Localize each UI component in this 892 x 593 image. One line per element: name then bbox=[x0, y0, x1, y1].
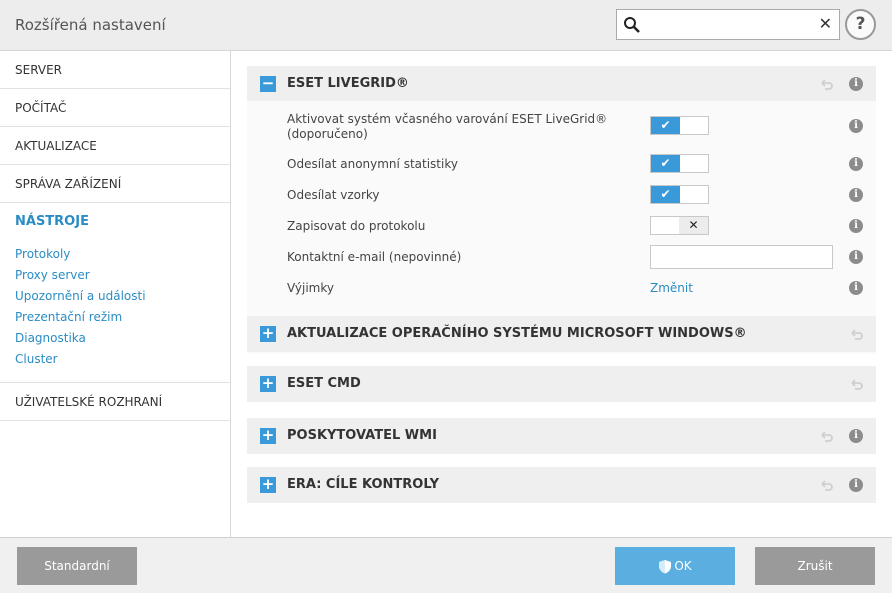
toggle-x-icon: ✕ bbox=[679, 217, 708, 234]
shield-icon bbox=[659, 560, 672, 574]
clear-search-icon[interactable]: ✕ bbox=[819, 15, 832, 33]
sidebar-subitem-proxy-server[interactable]: Proxy server bbox=[15, 268, 90, 282]
contact-email-field[interactable] bbox=[650, 245, 833, 269]
toggle-send-samples[interactable]: ✔ bbox=[650, 185, 709, 204]
revert-icon[interactable] bbox=[849, 377, 863, 391]
sidebar-item-nastroje[interactable]: NÁSTROJE bbox=[15, 214, 89, 229]
toggle-log[interactable]: ✕ bbox=[650, 216, 709, 235]
expand-icon[interactable]: + bbox=[260, 376, 276, 392]
info-icon[interactable]: i bbox=[849, 281, 863, 295]
ok-button[interactable]: OK bbox=[615, 547, 735, 585]
window-title: Rozšířená nastavení bbox=[15, 16, 166, 34]
info-icon[interactable]: i bbox=[849, 429, 863, 443]
section-title: ESET LIVEGRID® bbox=[287, 75, 409, 91]
expand-icon[interactable]: + bbox=[260, 428, 276, 444]
info-icon[interactable]: i bbox=[849, 119, 863, 133]
toggle-activate-livegrid[interactable]: ✔ bbox=[650, 116, 709, 135]
setting-label-activate-livegrid: Aktivovat systém včasného varování ESET … bbox=[287, 112, 607, 142]
setting-label-log: Zapisovat do protokolu bbox=[287, 219, 426, 233]
change-exclusions-link[interactable]: Změnit bbox=[650, 281, 693, 295]
sidebar: SERVER POČÍTAČ AKTUALIZACE SPRÁVA ZAŘÍZE… bbox=[0, 51, 231, 537]
setting-label-anonymous-stats: Odesílat anonymní statistiky bbox=[287, 157, 458, 171]
expand-icon[interactable]: + bbox=[260, 326, 276, 342]
toggle-anonymous-stats[interactable]: ✔ bbox=[650, 154, 709, 173]
ok-label: OK bbox=[674, 559, 692, 573]
revert-icon[interactable] bbox=[819, 478, 833, 492]
default-button[interactable]: Standardní bbox=[17, 547, 137, 585]
section-title: ESET CMD bbox=[287, 376, 361, 391]
section-title: POSKYTOVATEL WMI bbox=[287, 428, 437, 443]
revert-icon[interactable] bbox=[819, 429, 833, 443]
setting-label-contact-email: Kontaktní e-mail (nepovinné) bbox=[287, 250, 462, 264]
sidebar-item-pocitac[interactable]: POČÍTAČ bbox=[0, 89, 230, 127]
toggle-check-icon: ✔ bbox=[651, 155, 680, 172]
settings-panel: − ESET LIVEGRID® i Aktivovat systém včas… bbox=[231, 51, 892, 537]
search-box[interactable]: ✕ bbox=[616, 9, 840, 40]
revert-icon[interactable] bbox=[849, 327, 863, 341]
info-icon[interactable]: i bbox=[849, 478, 863, 492]
toggle-check-icon: ✔ bbox=[651, 186, 680, 203]
info-icon[interactable]: i bbox=[849, 157, 863, 171]
setting-label-line: (doporučeno) bbox=[287, 127, 368, 141]
info-icon[interactable]: i bbox=[849, 188, 863, 202]
sidebar-subitem-prezentacni-rezim[interactable]: Prezentační režim bbox=[15, 310, 122, 324]
sidebar-item-aktualizace[interactable]: AKTUALIZACE bbox=[0, 127, 230, 165]
expand-icon[interactable]: + bbox=[260, 477, 276, 493]
section-header-eset-cmd[interactable]: + ESET CMD bbox=[247, 366, 876, 402]
section-header-era-scan-targets[interactable]: + ERA: CÍLE KONTROLY i bbox=[247, 467, 876, 503]
collapse-icon[interactable]: − bbox=[260, 75, 276, 92]
footer-bar: Standardní OK Zrušit bbox=[0, 537, 892, 593]
info-icon[interactable]: i bbox=[849, 219, 863, 233]
sidebar-subitem-upozorneni[interactable]: Upozornění a události bbox=[15, 289, 146, 303]
sidebar-subitem-cluster[interactable]: Cluster bbox=[15, 352, 58, 366]
setting-label-send-samples: Odesílat vzorky bbox=[287, 188, 380, 202]
help-button[interactable]: ? bbox=[845, 9, 876, 40]
section-header-livegrid[interactable]: − ESET LIVEGRID® i bbox=[247, 66, 876, 101]
toggle-check-icon: ✔ bbox=[651, 117, 680, 134]
sidebar-subitem-protokoly[interactable]: Protokoly bbox=[15, 247, 70, 261]
setting-label-exclusions: Výjimky bbox=[287, 281, 334, 295]
title-bar: Rozšířená nastavení ✕ ? bbox=[0, 0, 892, 51]
cancel-button[interactable]: Zrušit bbox=[755, 547, 875, 585]
info-icon[interactable]: i bbox=[849, 250, 863, 264]
setting-label-line: Aktivovat systém včasného varování ESET … bbox=[287, 112, 608, 126]
info-icon[interactable]: i bbox=[849, 76, 863, 91]
section-title: AKTUALIZACE OPERAČNÍHO SYSTÉMU MICROSOFT… bbox=[287, 326, 747, 341]
search-input[interactable] bbox=[645, 14, 813, 35]
section-header-wmi-provider[interactable]: + POSKYTOVATEL WMI i bbox=[247, 418, 876, 454]
section-header-windows-updates[interactable]: + AKTUALIZACE OPERAČNÍHO SYSTÉMU MICROSO… bbox=[247, 316, 876, 352]
sidebar-item-sprava-zarizeni[interactable]: SPRÁVA ZAŘÍZENÍ bbox=[0, 165, 230, 203]
sidebar-item-uzivatelske-rozhrani[interactable]: UŽIVATELSKÉ ROZHRANÍ bbox=[0, 383, 230, 421]
section-title: ERA: CÍLE KONTROLY bbox=[287, 477, 440, 492]
sidebar-subitem-diagnostika[interactable]: Diagnostika bbox=[15, 331, 86, 345]
revert-icon[interactable] bbox=[819, 77, 833, 91]
sidebar-item-server[interactable]: SERVER bbox=[0, 51, 230, 89]
search-icon bbox=[624, 17, 640, 33]
